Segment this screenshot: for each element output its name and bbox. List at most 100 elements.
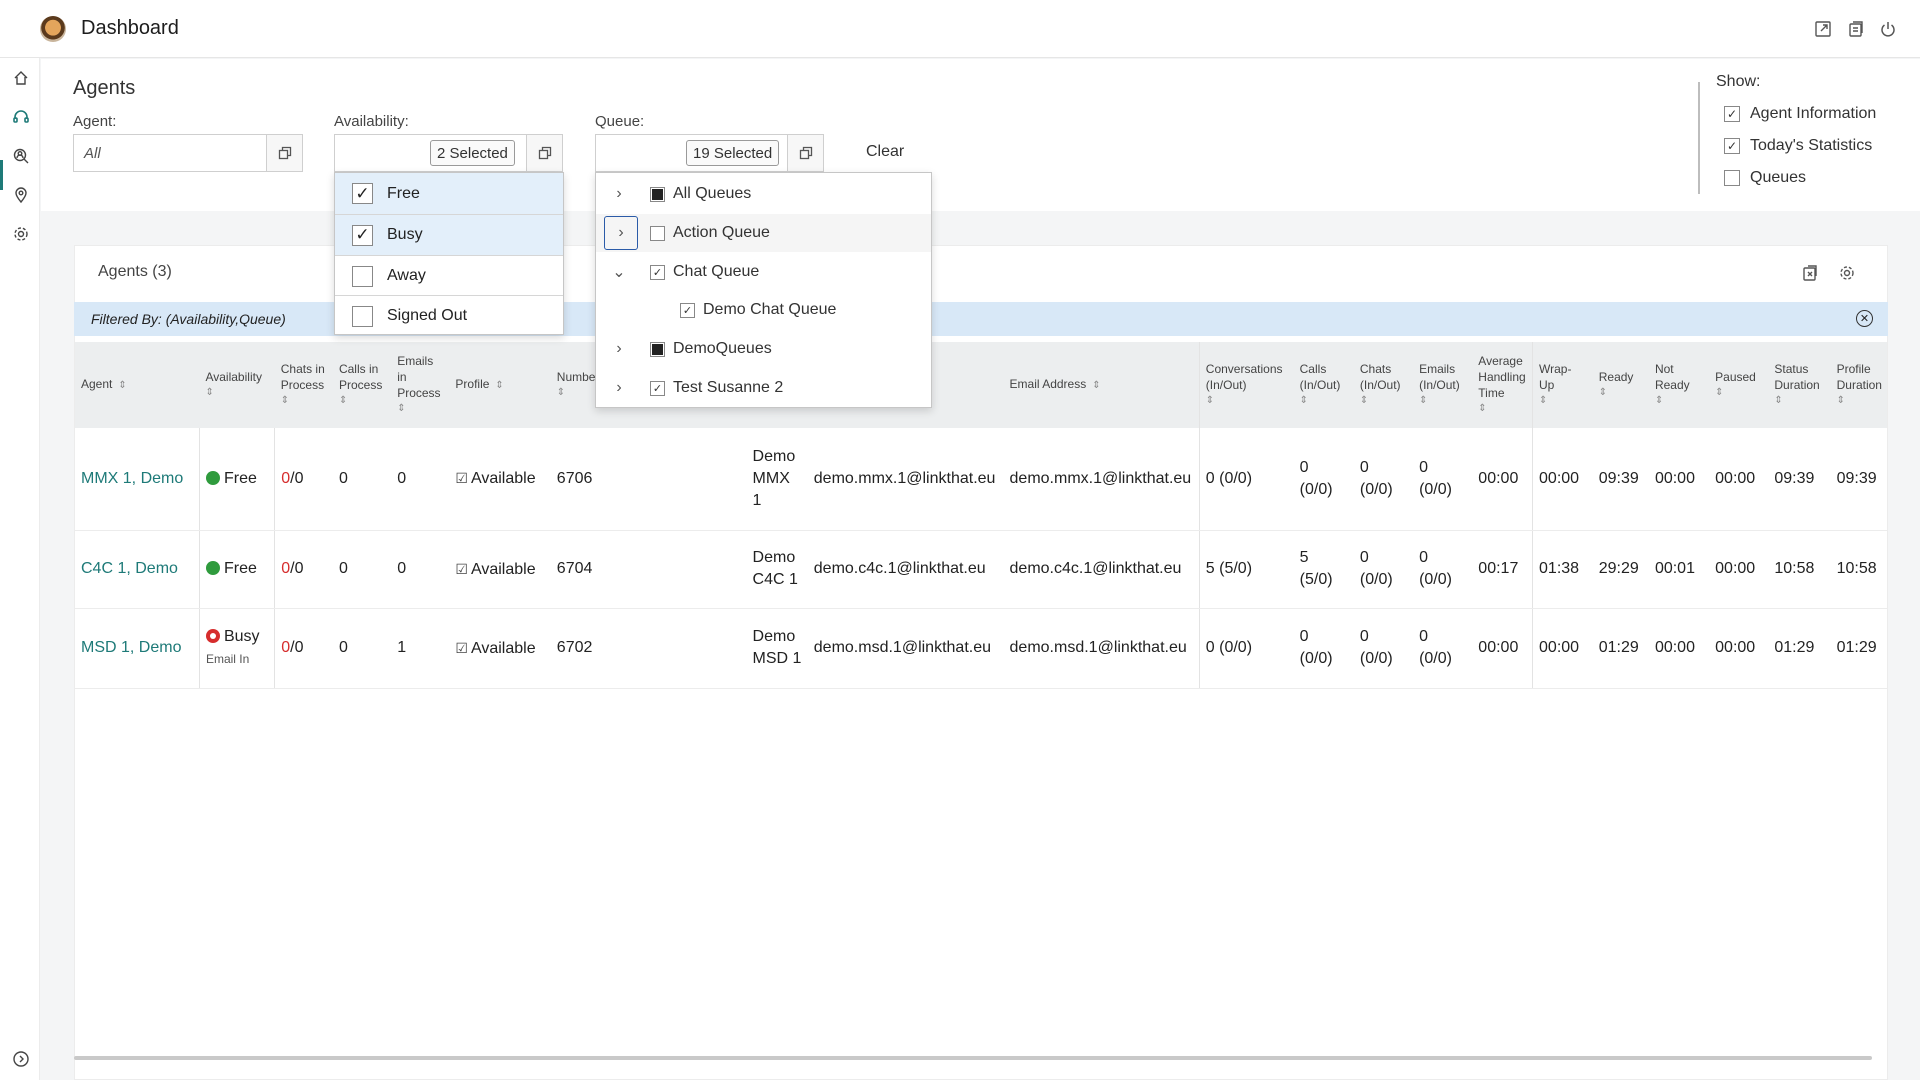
queue-option-demo-chat-queue[interactable]: ✓ Demo Chat Queue bbox=[596, 291, 931, 329]
col-ready[interactable]: Ready ⇕ bbox=[1592, 342, 1649, 428]
agent-filter-input[interactable]: All bbox=[73, 134, 303, 172]
col-emails[interactable]: Emails (In/Out) ⇕ bbox=[1413, 342, 1473, 428]
option-checkbox[interactable]: ✓ bbox=[352, 224, 373, 246]
availability-selected-pill[interactable]: 2 Selected bbox=[430, 140, 515, 166]
queue-selected-pill[interactable]: 19 Selected bbox=[686, 140, 780, 166]
col-chats[interactable]: Chats (In/Out) ⇕ bbox=[1353, 342, 1414, 428]
show-todays-statistics-checkbox[interactable]: ✓ bbox=[1724, 138, 1740, 154]
table-row[interactable]: MMX 1, Demo Free 0/0 0 0 ☑ Available 6706… bbox=[75, 428, 1887, 531]
queue-filter-popup-button[interactable] bbox=[787, 134, 824, 172]
sort-icon[interactable]: ⇕ bbox=[1715, 385, 1762, 401]
sort-icon[interactable]: ⇕ bbox=[1360, 393, 1407, 409]
col-status-duration[interactable]: Status Duration ⇕ bbox=[1768, 342, 1831, 428]
availability-option-busy[interactable]: ✓ Busy bbox=[335, 214, 563, 255]
col-calls[interactable]: Calls (In/Out) ⇕ bbox=[1293, 342, 1354, 428]
agent-link[interactable]: MSD 1, Demo bbox=[75, 608, 200, 689]
col-conversations[interactable]: Conversations (In/Out) ⇕ bbox=[1198, 342, 1294, 428]
option-checkbox[interactable]: ✓ bbox=[650, 264, 665, 280]
show-todays-statistics[interactable]: ✓ Today's Statistics bbox=[1724, 137, 1872, 155]
table-row[interactable]: MSD 1, Demo Busy Email In 0/0 0 1 ☑ Availa… bbox=[75, 608, 1887, 689]
location-icon[interactable] bbox=[12, 186, 30, 204]
table-header-row: Agent ⇕ Availability ⇕ Chats in Process ⇕ C… bbox=[75, 342, 1887, 428]
search-people-icon[interactable] bbox=[12, 147, 30, 165]
sort-icon[interactable]: ⇕ bbox=[281, 393, 327, 409]
queue-option-chat-queue[interactable]: ⌄ ✓ Chat Queue bbox=[596, 253, 931, 291]
sort-icon[interactable]: ⇕ bbox=[1206, 393, 1288, 409]
availability-filter-popup-button[interactable] bbox=[526, 134, 563, 172]
col-wrapup[interactable]: Wrap-Up ⇕ bbox=[1532, 342, 1593, 428]
home-icon[interactable] bbox=[12, 69, 30, 87]
sort-icon[interactable]: ⇕ bbox=[1300, 393, 1348, 409]
queue-option-test-susanne-2[interactable]: › ✓ Test Susanne 2 bbox=[596, 369, 931, 407]
show-queues-checkbox[interactable] bbox=[1724, 170, 1740, 186]
sort-icon[interactable]: ⇕ bbox=[1774, 393, 1824, 409]
col-emails-in-process[interactable]: Emails in Process ⇕ bbox=[391, 342, 450, 428]
col-chats-in-process[interactable]: Chats in Process ⇕ bbox=[274, 342, 333, 428]
headset-icon[interactable] bbox=[12, 108, 30, 126]
sort-icon[interactable]: ⇕ bbox=[1837, 393, 1881, 409]
export-icon[interactable] bbox=[1801, 264, 1819, 282]
sort-icon[interactable]: ⇕ bbox=[1599, 385, 1643, 401]
availability-option-signed-out[interactable]: Signed Out bbox=[335, 295, 563, 336]
notes-icon[interactable] bbox=[1847, 20, 1865, 38]
chevron-right-icon[interactable]: › bbox=[608, 185, 630, 203]
chevron-right-icon[interactable]: › bbox=[604, 216, 638, 250]
sort-icon[interactable]: ⇕ bbox=[397, 401, 443, 417]
filtered-by-text: Filtered By: (Availability,Queue) bbox=[91, 311, 286, 327]
chevron-right-icon[interactable]: › bbox=[608, 340, 630, 358]
chevron-down-icon[interactable]: ⌄ bbox=[608, 262, 630, 282]
sort-icon[interactable]: ⇕ bbox=[1092, 380, 1100, 391]
queue-dropdown: › All Queues › Action Queue ⌄ ✓ Chat Que… bbox=[595, 172, 932, 408]
col-availability[interactable]: Availability ⇕ bbox=[199, 342, 275, 428]
agent-filter-popup-button[interactable] bbox=[266, 134, 303, 172]
expand-icon[interactable] bbox=[1814, 20, 1832, 38]
availability-option-free[interactable]: ✓ Free bbox=[335, 173, 563, 214]
emails-in-process-cell: 1 bbox=[391, 608, 450, 689]
agent-link[interactable]: MMX 1, Demo bbox=[75, 428, 200, 531]
option-checkbox[interactable]: ✓ bbox=[650, 380, 665, 396]
col-email-address[interactable]: Email Address ⇕ bbox=[1003, 342, 1200, 428]
power-icon[interactable] bbox=[1879, 20, 1897, 38]
chevron-right-icon[interactable]: › bbox=[608, 379, 630, 397]
sort-icon[interactable]: ⇕ bbox=[205, 385, 268, 401]
sort-icon[interactable]: ⇕ bbox=[495, 380, 503, 391]
availability-filter-input[interactable]: 2 Selected bbox=[334, 134, 563, 172]
show-agent-information-checkbox[interactable]: ✓ bbox=[1724, 106, 1740, 122]
col-aht[interactable]: Average Handling Time ⇕ bbox=[1472, 342, 1533, 428]
option-checkbox[interactable]: ✓ bbox=[680, 302, 695, 318]
show-queues[interactable]: Queues bbox=[1724, 169, 1806, 187]
sort-icon[interactable]: ⇕ bbox=[1419, 393, 1466, 409]
option-checkbox[interactable]: ✓ bbox=[352, 183, 373, 204]
col-not-ready[interactable]: Not Ready ⇕ bbox=[1648, 342, 1710, 428]
settings-icon[interactable] bbox=[12, 225, 30, 243]
partial-checkbox[interactable] bbox=[650, 341, 665, 357]
col-profile[interactable]: Profile ⇕ bbox=[449, 342, 551, 428]
show-agent-information[interactable]: ✓ Agent Information bbox=[1724, 105, 1876, 123]
queue-filter-input[interactable]: 19 Selected bbox=[595, 134, 824, 172]
horizontal-scrollbar[interactable] bbox=[74, 1056, 1872, 1060]
partial-checkbox[interactable] bbox=[650, 186, 665, 202]
col-agent[interactable]: Agent ⇕ bbox=[75, 342, 200, 428]
table-row[interactable]: C4C 1, Demo Free 0/0 0 0 ☑ Available 6704… bbox=[75, 530, 1887, 609]
option-checkbox[interactable] bbox=[650, 225, 665, 241]
queue-option-all-queues[interactable]: › All Queues bbox=[596, 175, 931, 213]
col-paused[interactable]: Paused ⇕ bbox=[1709, 342, 1769, 428]
col-profile-duration[interactable]: Profile Duration ⇕ bbox=[1830, 342, 1887, 428]
sort-icon[interactable]: ⇕ bbox=[1539, 393, 1587, 409]
col-calls-in-process[interactable]: Calls in Process ⇕ bbox=[332, 342, 392, 428]
clear-filters-button[interactable]: Clear bbox=[866, 143, 904, 161]
option-checkbox[interactable] bbox=[352, 265, 373, 287]
queue-option-action-queue[interactable]: › Action Queue bbox=[596, 214, 931, 252]
sort-icon[interactable]: ⇕ bbox=[118, 380, 126, 391]
option-label: Signed Out bbox=[387, 307, 468, 324]
clear-filter-icon[interactable]: ✕ bbox=[1856, 310, 1873, 327]
sort-icon[interactable]: ⇕ bbox=[1655, 393, 1703, 409]
option-checkbox[interactable] bbox=[352, 305, 373, 327]
collapse-icon[interactable] bbox=[12, 1050, 30, 1068]
agent-link[interactable]: C4C 1, Demo bbox=[75, 530, 200, 609]
availability-option-away[interactable]: Away bbox=[335, 255, 563, 296]
queue-option-demoqueues[interactable]: › DemoQueues bbox=[596, 330, 931, 368]
settings-icon[interactable] bbox=[1838, 264, 1856, 282]
sort-icon[interactable]: ⇕ bbox=[339, 393, 385, 409]
sort-icon[interactable]: ⇕ bbox=[1478, 401, 1526, 417]
